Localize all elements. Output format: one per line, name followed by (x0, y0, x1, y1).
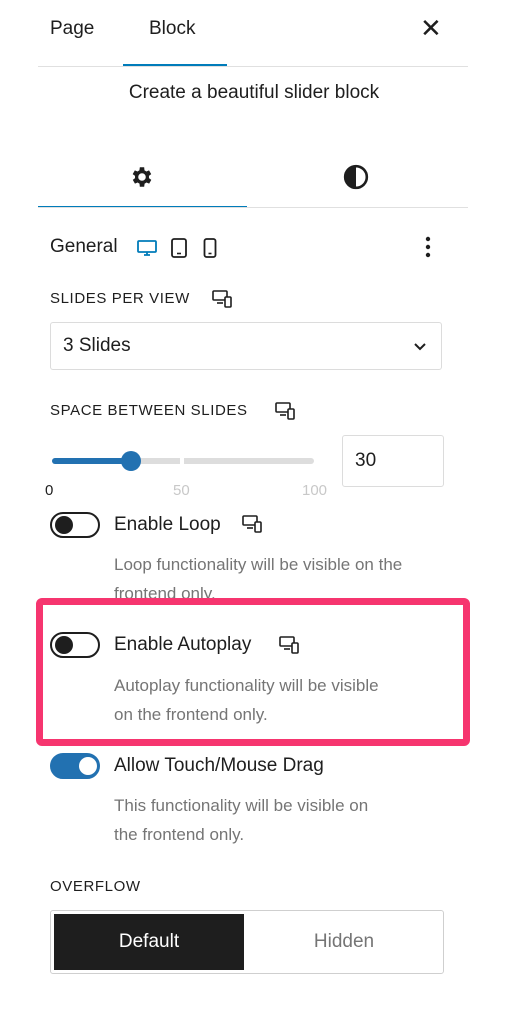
slides-per-view-label: SLIDES PER VIEW (50, 290, 190, 307)
responsive-icon[interactable] (241, 514, 263, 534)
tablet-icon[interactable] (170, 237, 188, 259)
range-fill (52, 458, 131, 464)
toggle-knob (55, 516, 73, 534)
responsive-icon[interactable] (274, 401, 296, 421)
range-mark-separator (180, 456, 184, 466)
settings-tabs-divider (38, 207, 468, 208)
drag-help-line-1: This functionality will be visible on (114, 796, 369, 815)
gear-icon (132, 167, 152, 187)
overflow-toggle-group: Default Hidden (50, 910, 444, 974)
space-between-value: 30 (355, 450, 377, 471)
tab-styles[interactable] (252, 150, 460, 204)
autoplay-help-line-1: Autoplay functionality will be visible (114, 676, 379, 695)
autoplay-label: Enable Autoplay (114, 634, 252, 655)
drag-toggle[interactable] (50, 753, 100, 779)
range-mid-label: 50 (173, 482, 190, 499)
slides-per-view-value: 3 Slides (63, 335, 131, 356)
drag-label: Allow Touch/Mouse Drag (114, 755, 324, 776)
range-thumb[interactable] (120, 451, 141, 471)
range-max-label: 100 (302, 482, 328, 499)
overflow-option-hidden[interactable]: Hidden (248, 914, 440, 970)
loop-label: Enable Loop (114, 514, 221, 535)
loop-help-text: Loop functionality will be visible on th… (114, 555, 403, 600)
tab-page[interactable]: Page (50, 18, 94, 40)
close-icon[interactable]: ✕ (420, 14, 442, 42)
tab-block[interactable]: Block (149, 18, 195, 40)
more-vertical-icon[interactable] (420, 234, 436, 265)
contrast-icon (343, 164, 369, 190)
responsive-icon[interactable] (211, 289, 233, 309)
desktop-icon[interactable] (136, 238, 158, 258)
toggle-knob (79, 757, 97, 775)
panel-title: General (50, 236, 118, 257)
drag-help-line-2: the frontend only. (114, 825, 245, 844)
chevron-down-icon (414, 343, 426, 351)
block-description: Create a beautiful slider block (128, 82, 380, 103)
device-switcher (136, 237, 217, 259)
overflow-option-default[interactable]: Default (54, 914, 244, 970)
range-min-label: 0 (45, 482, 54, 499)
space-between-input[interactable]: 30 (342, 435, 444, 487)
autoplay-help-line-2: on the frontend only. (114, 705, 268, 724)
loop-toggle[interactable] (50, 512, 100, 538)
toggle-knob (55, 636, 73, 654)
space-between-label: SPACE BETWEEN SLIDES (50, 402, 248, 419)
mobile-icon[interactable] (203, 237, 217, 259)
responsive-icon[interactable] (278, 635, 300, 655)
tab-settings[interactable] (38, 150, 246, 204)
slides-per-view-select[interactable]: 3 Slides (50, 322, 442, 370)
header-divider (38, 66, 468, 67)
overflow-label: OVERFLOW (50, 878, 141, 895)
autoplay-toggle[interactable] (50, 632, 100, 658)
